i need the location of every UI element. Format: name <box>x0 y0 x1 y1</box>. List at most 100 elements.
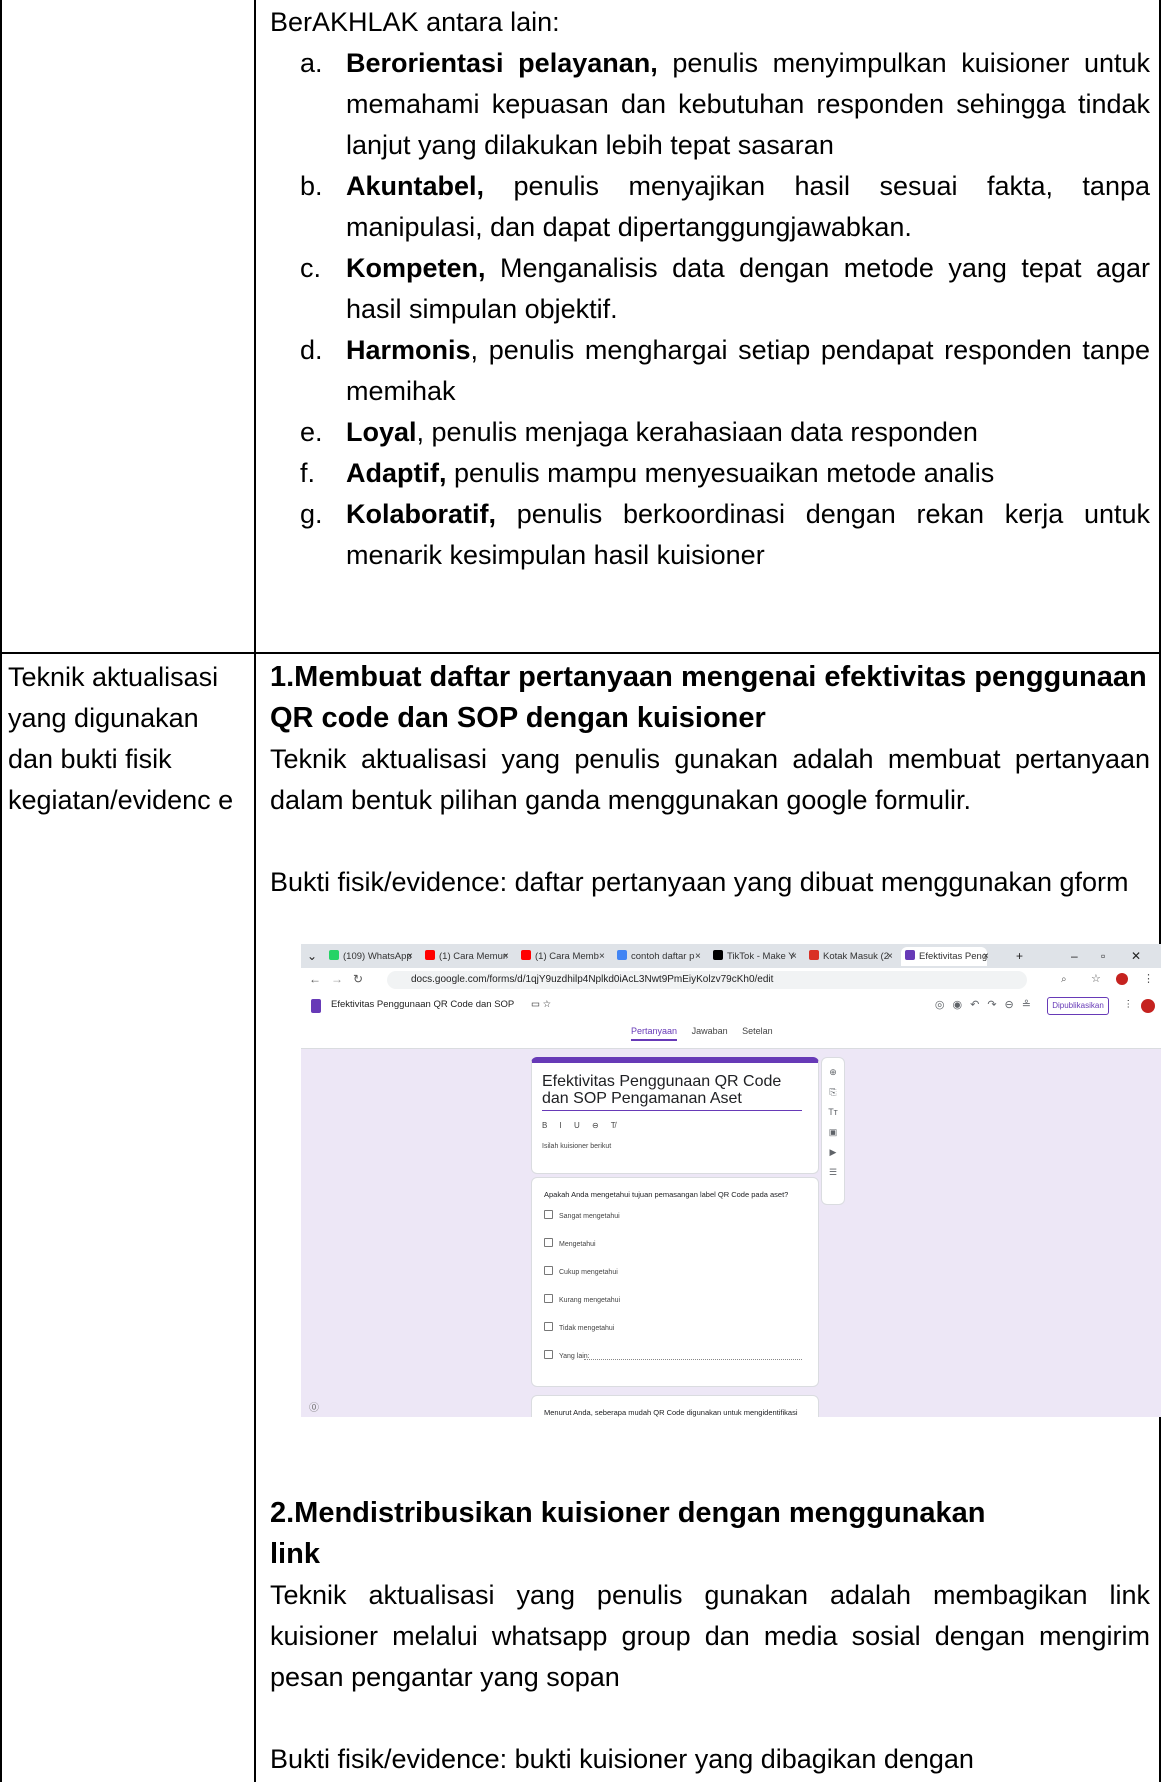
tab-search-icon[interactable]: ⌄ <box>307 947 317 966</box>
value-term: Akuntabel, <box>346 171 485 201</box>
list-item-text: Adaptif, penulis mampu menyesuaikan meto… <box>346 458 995 488</box>
url-field[interactable]: docs.google.com/forms/d/1qjY9uzdhilp4Npl… <box>387 971 1027 989</box>
option-label: Mengetahui <box>559 1241 596 1248</box>
tab-close-icon[interactable]: × <box>983 947 989 966</box>
tab-label: (1) Cara Memb <box>535 951 599 962</box>
list-item: g. Kolaboratif, penulis berkoordinasi den… <box>300 494 1150 576</box>
list-item-text: Berorientasi pelayanan, penulis menyimpu… <box>346 48 1150 160</box>
berakhlak-intro: BerAKHLAK antara lain: <box>270 7 560 37</box>
tab-label: Kotak Masuk (2 <box>823 951 889 962</box>
form-menu-icon[interactable]: ⋮ <box>1124 999 1134 1010</box>
browser-tab[interactable]: (1) Cara Memb <box>517 947 603 966</box>
tab-label: TikTok - Make Y <box>727 951 795 962</box>
forward-icon[interactable]: → <box>331 970 343 989</box>
tab-jawaban[interactable]: Jawaban <box>692 1026 728 1036</box>
form-title-card[interactable]: Efektivitas Penggunaan QR Code dan SOP P… <box>531 1057 819 1174</box>
browser-tab[interactable]: Kotak Masuk (2 <box>805 947 891 966</box>
question-card-1[interactable]: Apakah Anda mengetahui tujuan pemasangan… <box>531 1177 819 1387</box>
form-toolbar-icons[interactable]: ◎◉↶↷⊖≗ <box>935 998 1039 1011</box>
tab-close-icon[interactable]: × <box>887 947 893 966</box>
list-item: b. Akuntabel, penulis menyajikan hasil se… <box>300 166 1150 248</box>
reload-icon[interactable]: ↻ <box>353 970 363 989</box>
section-heading-2: 2.Mendistribusikan kuisioner dengan meng… <box>270 1497 986 1570</box>
list-item-text: Kolaboratif, penulis berkoordinasi denga… <box>346 499 1150 570</box>
tab-favicon-icon <box>329 950 339 960</box>
checkbox-option[interactable]: Sangat mengetahui <box>544 1210 620 1220</box>
menu-icon[interactable]: ⋮ <box>1143 970 1154 989</box>
checkbox-icon[interactable] <box>544 1294 553 1303</box>
value-term: Kompeten, <box>346 253 486 283</box>
tab-label: contoh daftar p <box>631 951 695 962</box>
checkbox-icon[interactable] <box>544 1266 553 1275</box>
checkbox-option[interactable]: Tidak mengetahui <box>544 1322 614 1332</box>
document-page: BerAKHLAK antara lain: a. Berorientasi pe… <box>0 0 1161 1782</box>
tab-label: (109) WhatsApp <box>343 951 411 962</box>
list-marker: c. <box>300 253 322 283</box>
new-tab-icon[interactable]: + <box>1016 947 1023 966</box>
tab-setelan[interactable]: Setelan <box>742 1026 773 1036</box>
browser-tab[interactable]: (109) WhatsApp <box>325 947 411 966</box>
form-title[interactable]: Efektivitas Penggunaan QR Code dan SOP P… <box>542 1073 802 1111</box>
checkbox-icon[interactable] <box>544 1210 553 1219</box>
tab-close-icon[interactable]: × <box>791 947 797 966</box>
form-doc-title[interactable]: Efektivitas Penggunaan QR Code dan SOP <box>331 999 514 1010</box>
minimize-icon[interactable]: – <box>1071 947 1078 966</box>
browser-tab[interactable]: TikTok - Make Y <box>709 947 795 966</box>
list-marker: a. <box>300 48 323 78</box>
tab-close-icon[interactable]: × <box>599 947 605 966</box>
question-1-text: Apakah Anda mengetahui tujuan pemasangan… <box>544 1190 789 1199</box>
checkbox-option[interactable]: Cukup mengetahui <box>544 1266 618 1276</box>
option-label: Sangat mengetahui <box>559 1213 620 1220</box>
list-item-text: Akuntabel, penulis menyajikan hasil sesu… <box>346 171 1150 242</box>
browser-tab[interactable]: (1) Cara Memun <box>421 947 507 966</box>
list-item: e. Loyal, penulis menjaga kerahasiaan dat… <box>300 412 1150 453</box>
forms-logo-icon <box>311 999 321 1013</box>
checkbox-option[interactable]: Yang lain: <box>544 1350 590 1360</box>
format-toolbar[interactable]: B I U ⊖ T̸ <box>542 1121 621 1130</box>
checkbox-option[interactable]: Mengetahui <box>544 1238 596 1248</box>
checkbox-icon[interactable] <box>544 1238 553 1247</box>
list-marker: e. <box>300 417 323 447</box>
list-marker: f. <box>300 458 316 488</box>
list-item: a. Berorientasi pelayanan, penulis menyim… <box>300 43 1150 166</box>
checkbox-icon[interactable] <box>544 1350 553 1359</box>
tab-close-icon[interactable]: × <box>503 947 509 966</box>
list-marker: g. <box>300 499 323 529</box>
evidence-screenshot: ⌄ (109) WhatsApp × (1) Cara Memun × (1) Cara… <box>301 944 1161 1417</box>
tab-close-icon[interactable]: × <box>695 947 701 966</box>
form-description[interactable]: Isilah kuisioner berikut <box>542 1143 611 1150</box>
option-label: Kurang mengetahui <box>559 1297 621 1304</box>
tab-pertanyaan[interactable]: Pertanyaan <box>631 1026 678 1041</box>
tab-close-icon[interactable]: × <box>407 947 413 966</box>
checkbox-icon[interactable] <box>544 1322 553 1331</box>
question-card-2[interactable]: Menurut Anda, seberapa mudah QR Code dig… <box>531 1395 819 1417</box>
checkbox-option[interactable]: Kurang mengetahui <box>544 1294 620 1304</box>
browser-tab[interactable]: Efektivitas Peng <box>901 947 987 966</box>
bookmark-star-icon[interactable]: ☆ <box>1091 970 1101 989</box>
value-term: Loyal <box>346 417 417 447</box>
publish-button[interactable]: Dipublikasikan <box>1047 997 1109 1015</box>
back-icon[interactable]: ← <box>309 970 321 989</box>
tab-favicon-icon <box>713 950 723 960</box>
form-header-tabs: Pertanyaan Jawaban Setelan <box>631 1026 785 1041</box>
tab-favicon-icon <box>905 950 915 960</box>
form-canvas: Efektivitas Penggunaan QR Code dan SOP P… <box>301 1049 1161 1417</box>
form-profile-avatar[interactable] <box>1141 999 1155 1013</box>
translate-icon[interactable]: ⌕ <box>1061 970 1067 989</box>
paragraph-1: Teknik aktualisasi yang penulis gunakan … <box>270 744 1150 815</box>
browser-tab[interactable]: contoh daftar p <box>613 947 699 966</box>
maximize-icon[interactable]: ▫ <box>1101 947 1105 966</box>
other-answer-line[interactable] <box>584 1359 802 1360</box>
close-window-icon[interactable]: ✕ <box>1131 947 1141 966</box>
option-label: Tidak mengetahui <box>559 1325 615 1332</box>
form-side-toolbar[interactable]: ⊕ ⎘ Tт ▣ ▶ ☰ <box>821 1057 845 1205</box>
help-icon[interactable]: ⓪ <box>309 1399 319 1417</box>
profile-avatar[interactable] <box>1116 973 1128 985</box>
option-label: Cukup mengetahui <box>559 1269 618 1276</box>
section-heading-1: 1.Membuat daftar pertanyaan mengenai efe… <box>270 661 1147 734</box>
list-marker: d. <box>300 335 323 365</box>
tab-label: (1) Cara Memun <box>439 951 507 962</box>
folder-icon[interactable]: ▭ ☆ <box>531 999 551 1010</box>
tab-favicon-icon <box>617 950 627 960</box>
table-column-divider <box>254 0 256 1782</box>
